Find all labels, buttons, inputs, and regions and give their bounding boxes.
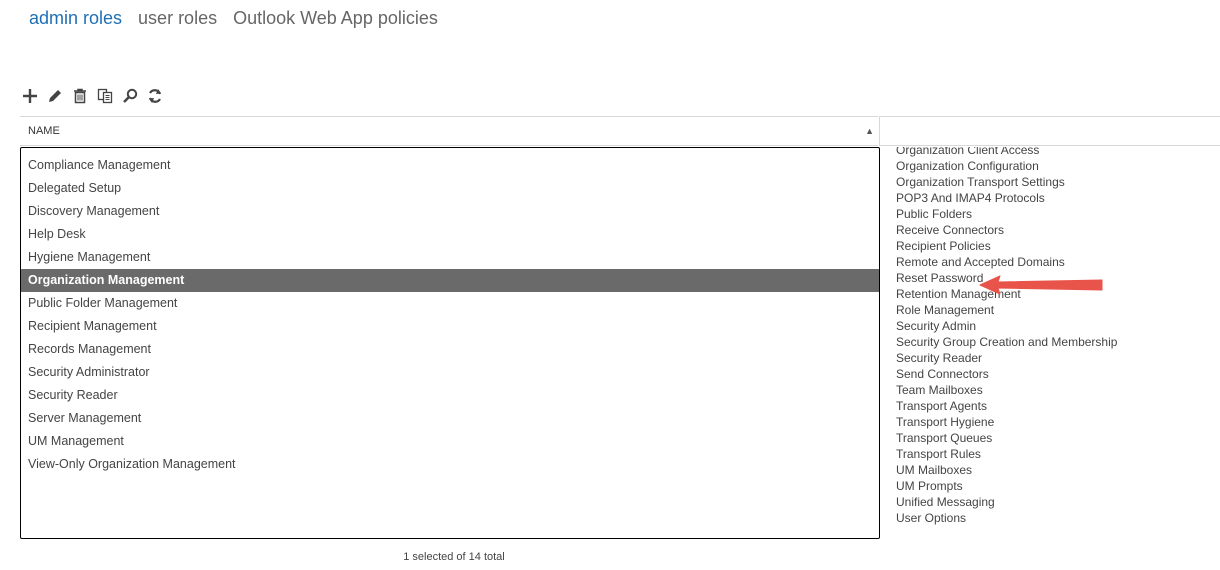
list-item-selected[interactable]: Organization Management bbox=[21, 269, 879, 292]
list-item[interactable]: Help Desk bbox=[21, 223, 879, 246]
toolbar bbox=[20, 86, 165, 106]
search-button[interactable] bbox=[120, 86, 140, 106]
role-item: POP3 And IMAP4 Protocols bbox=[896, 191, 1045, 205]
role-item: Security Reader bbox=[896, 351, 983, 365]
role-item: Send Connectors bbox=[896, 367, 989, 381]
role-item: Public Folders bbox=[896, 207, 973, 221]
refresh-button[interactable] bbox=[145, 86, 165, 106]
sort-ascending-icon: ▲ bbox=[865, 126, 874, 136]
role-item: Transport Agents bbox=[896, 399, 987, 413]
tab-bar: admin roles user roles Outlook Web App p… bbox=[29, 8, 438, 29]
role-item: Transport Queues bbox=[896, 431, 993, 445]
copy-icon bbox=[97, 88, 113, 104]
list-item[interactable]: Public Folder Management bbox=[21, 292, 879, 315]
list-item[interactable]: Compliance Management bbox=[21, 154, 879, 177]
role-item: Transport Rules bbox=[896, 447, 981, 461]
role-item: User Options bbox=[896, 511, 967, 525]
name-column-header[interactable]: NAME ▲ bbox=[20, 116, 878, 146]
role-details-pane[interactable]: Organization Client Access Organization … bbox=[880, 147, 1220, 539]
role-item: Organization Client Access bbox=[896, 147, 1040, 157]
tab-user-roles[interactable]: user roles bbox=[138, 8, 217, 29]
role-item: Unified Messaging bbox=[896, 495, 995, 509]
delete-button[interactable] bbox=[70, 86, 90, 106]
role-item: Team Mailboxes bbox=[896, 383, 983, 397]
edit-icon bbox=[49, 90, 61, 102]
add-icon bbox=[23, 89, 37, 103]
list-item[interactable]: Security Administrator bbox=[21, 361, 879, 384]
assigned-roles-list: Organization Client Access Organization … bbox=[896, 147, 1117, 526]
role-item: Recipient Policies bbox=[896, 239, 991, 253]
edit-button[interactable] bbox=[45, 86, 65, 106]
selection-status: 1 selected of 14 total bbox=[403, 551, 505, 563]
role-item: Remote and Accepted Domains bbox=[896, 255, 1065, 269]
list-item[interactable]: View-Only Organization Management bbox=[21, 453, 879, 476]
tab-owa-policies[interactable]: Outlook Web App policies bbox=[233, 8, 438, 29]
list-item[interactable]: Records Management bbox=[21, 338, 879, 361]
detail-header bbox=[880, 116, 1220, 146]
role-item: UM Mailboxes bbox=[896, 463, 973, 477]
role-item: UM Prompts bbox=[896, 479, 963, 493]
role-item: Organization Transport Settings bbox=[896, 175, 1065, 189]
role-item: Transport Hygiene bbox=[896, 415, 995, 429]
tab-admin-roles[interactable]: admin roles bbox=[29, 8, 122, 29]
role-item: Receive Connectors bbox=[896, 223, 1005, 237]
list-item[interactable]: Recipient Management bbox=[21, 315, 879, 338]
admin-roles-list[interactable]: Compliance Management Delegated Setup Di… bbox=[20, 147, 880, 539]
role-item: Organization Configuration bbox=[896, 159, 1039, 173]
delete-icon bbox=[74, 88, 86, 104]
list-item[interactable]: Discovery Management bbox=[21, 200, 879, 223]
role-item: Security Group Creation and Membership bbox=[896, 335, 1118, 349]
list-item[interactable]: Hygiene Management bbox=[21, 246, 879, 269]
role-item: Role Management bbox=[896, 303, 995, 317]
annotation-arrow-icon bbox=[979, 275, 1103, 295]
list-item[interactable]: UM Management bbox=[21, 430, 879, 453]
refresh-icon bbox=[148, 89, 162, 103]
search-icon bbox=[123, 88, 138, 103]
column-header-label: NAME bbox=[28, 125, 60, 137]
list-item[interactable]: Security Reader bbox=[21, 384, 879, 407]
add-button[interactable] bbox=[20, 86, 40, 106]
copy-button[interactable] bbox=[95, 86, 115, 106]
role-item: Security Admin bbox=[896, 319, 977, 333]
list-item[interactable]: Server Management bbox=[21, 407, 879, 430]
list-item[interactable]: Delegated Setup bbox=[21, 177, 879, 200]
